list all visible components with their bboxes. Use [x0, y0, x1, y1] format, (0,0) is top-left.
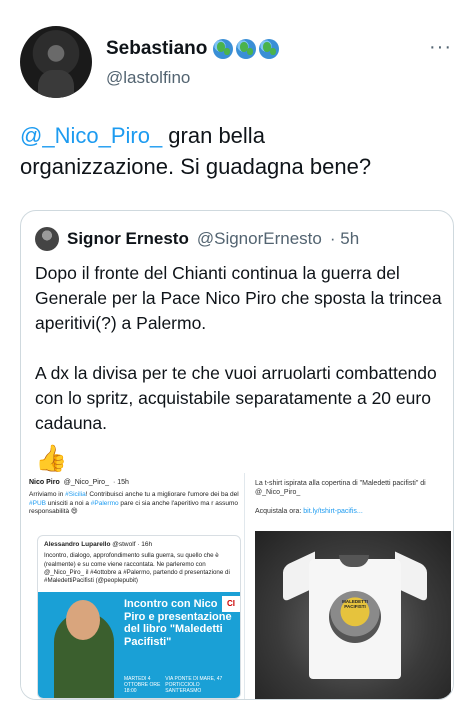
embedded-tweet-time: · 15h: [112, 479, 129, 486]
quoted-paragraph-2: A dx la divisa per te che vuoi arruolart…: [35, 363, 437, 433]
more-options-icon[interactable]: ···: [429, 36, 452, 59]
author-name-row[interactable]: Sebastiano: [106, 38, 280, 60]
nested-tweet-text: Incontro, dialogo, approfondimento sulla…: [44, 552, 230, 585]
embedded-text-part: Arriviamo in: [29, 491, 66, 499]
tshirt-buy-label: Acquistala ora:: [255, 508, 304, 515]
quoted-author-avatar[interactable]: [35, 227, 59, 251]
tweet-text: @_Nico_Piro_ gran bella organizzazione. …: [20, 120, 460, 182]
embedded-author-name: Nico Piro: [29, 479, 60, 486]
nested-author-name: Alessandro Luparello: [44, 541, 111, 548]
mention-link[interactable]: @_Nico_Piro_: [20, 123, 162, 148]
nested-author-handle: @stwolf: [112, 541, 136, 548]
poster-person-face: [66, 600, 100, 640]
tshirt-print-text: MALEDETTI PACIFISTI: [342, 599, 368, 609]
event-poster: Incontro con Nico Piro e presentazione d…: [38, 592, 240, 698]
tweet-text-line2: organizzazione. Si guadagna bene?: [20, 154, 372, 179]
poster-title: Incontro con Nico Piro e presentazione d…: [124, 598, 232, 648]
author-name[interactable]: Sebastiano: [106, 38, 207, 60]
quoted-tweet-header: Signor Ernesto @SignorErnesto · 5h: [35, 227, 359, 251]
nested-quoted-tweet: Alessandro Luparello @stwolf · 16h Incon…: [37, 535, 241, 699]
embedded-text-part: unisciti a noi a: [45, 499, 91, 507]
tshirt-photo: MALEDETTI PACIFISTI: [255, 531, 451, 699]
media-image-tshirt[interactable]: La t-shirt ispirata alla copertina di "M…: [247, 473, 453, 699]
quoted-media[interactable]: Nico Piro @_Nico_Piro_ · 15h Arriviamo i…: [21, 473, 453, 699]
tshirt-caption: La t-shirt ispirata alla copertina di "M…: [255, 480, 426, 496]
quoted-author-name[interactable]: Signor Ernesto: [67, 229, 189, 249]
embedded-text-part: ! Contribuisci anche tu a migliorare l'u…: [85, 491, 239, 499]
globe-icon: [213, 39, 234, 59]
quoted-author-handle[interactable]: @SignorErnesto: [197, 229, 322, 249]
media-image-screenshot-tweet[interactable]: Nico Piro @_Nico_Piro_ · 15h Arriviamo i…: [21, 473, 245, 699]
poster-date: MARTEDI 4 OTTOBRE ORE 18:00: [124, 676, 161, 694]
globe-emoji-group: [213, 39, 280, 59]
nested-tweet-time: · 16h: [137, 541, 153, 548]
author-avatar[interactable]: [20, 26, 92, 98]
author-handle[interactable]: @lastolfino: [106, 68, 190, 88]
globe-icon: [259, 39, 280, 59]
poster-info: MARTEDI 4 OTTOBRE ORE 18:00 VIA PONTE DI…: [124, 676, 234, 694]
hashtag-sicilia: #Sicilia: [65, 491, 86, 499]
hashtag-palermo: #Palermo: [90, 499, 119, 507]
poster-badge: CI: [222, 596, 240, 612]
globe-icon: [236, 39, 257, 59]
tshirt-buy-row: Acquistala ora: bit.ly/tshirt-pacifis...: [255, 507, 453, 516]
thumbs-up-icon: 👍: [35, 443, 68, 473]
quoted-tweet[interactable]: Signor Ernesto @SignorErnesto · 5h Dopo …: [20, 210, 454, 700]
embedded-author-handle: @_Nico_Piro_: [63, 479, 109, 486]
tshirt-buy-link: bit.ly/tshirt-pacifis...: [303, 508, 363, 515]
poster-place: VIA PONTE DI MARE, 47 PORTICCIOLO SANT'E…: [165, 676, 223, 694]
nested-tweet-header: Alessandro Luparello @stwolf · 16h: [38, 536, 240, 549]
tweet-text-line1: gran bella: [162, 123, 265, 148]
hashtag-pub: #PUB: [29, 499, 46, 507]
quoted-paragraph-1: Dopo il fronte del Chianti continua la g…: [35, 263, 442, 333]
tweet-header: Sebastiano @lastolfino ···: [14, 22, 460, 102]
quoted-tweet-time[interactable]: · 5h: [330, 229, 359, 249]
quoted-tweet-body: Dopo il fronte del Chianti continua la g…: [35, 261, 445, 461]
embedded-tweet-text: Arriviamo in #Sicilia! Contribuisci anch…: [29, 491, 239, 516]
embedded-tweet-header: Nico Piro @_Nico_Piro_ · 15h: [29, 479, 244, 487]
